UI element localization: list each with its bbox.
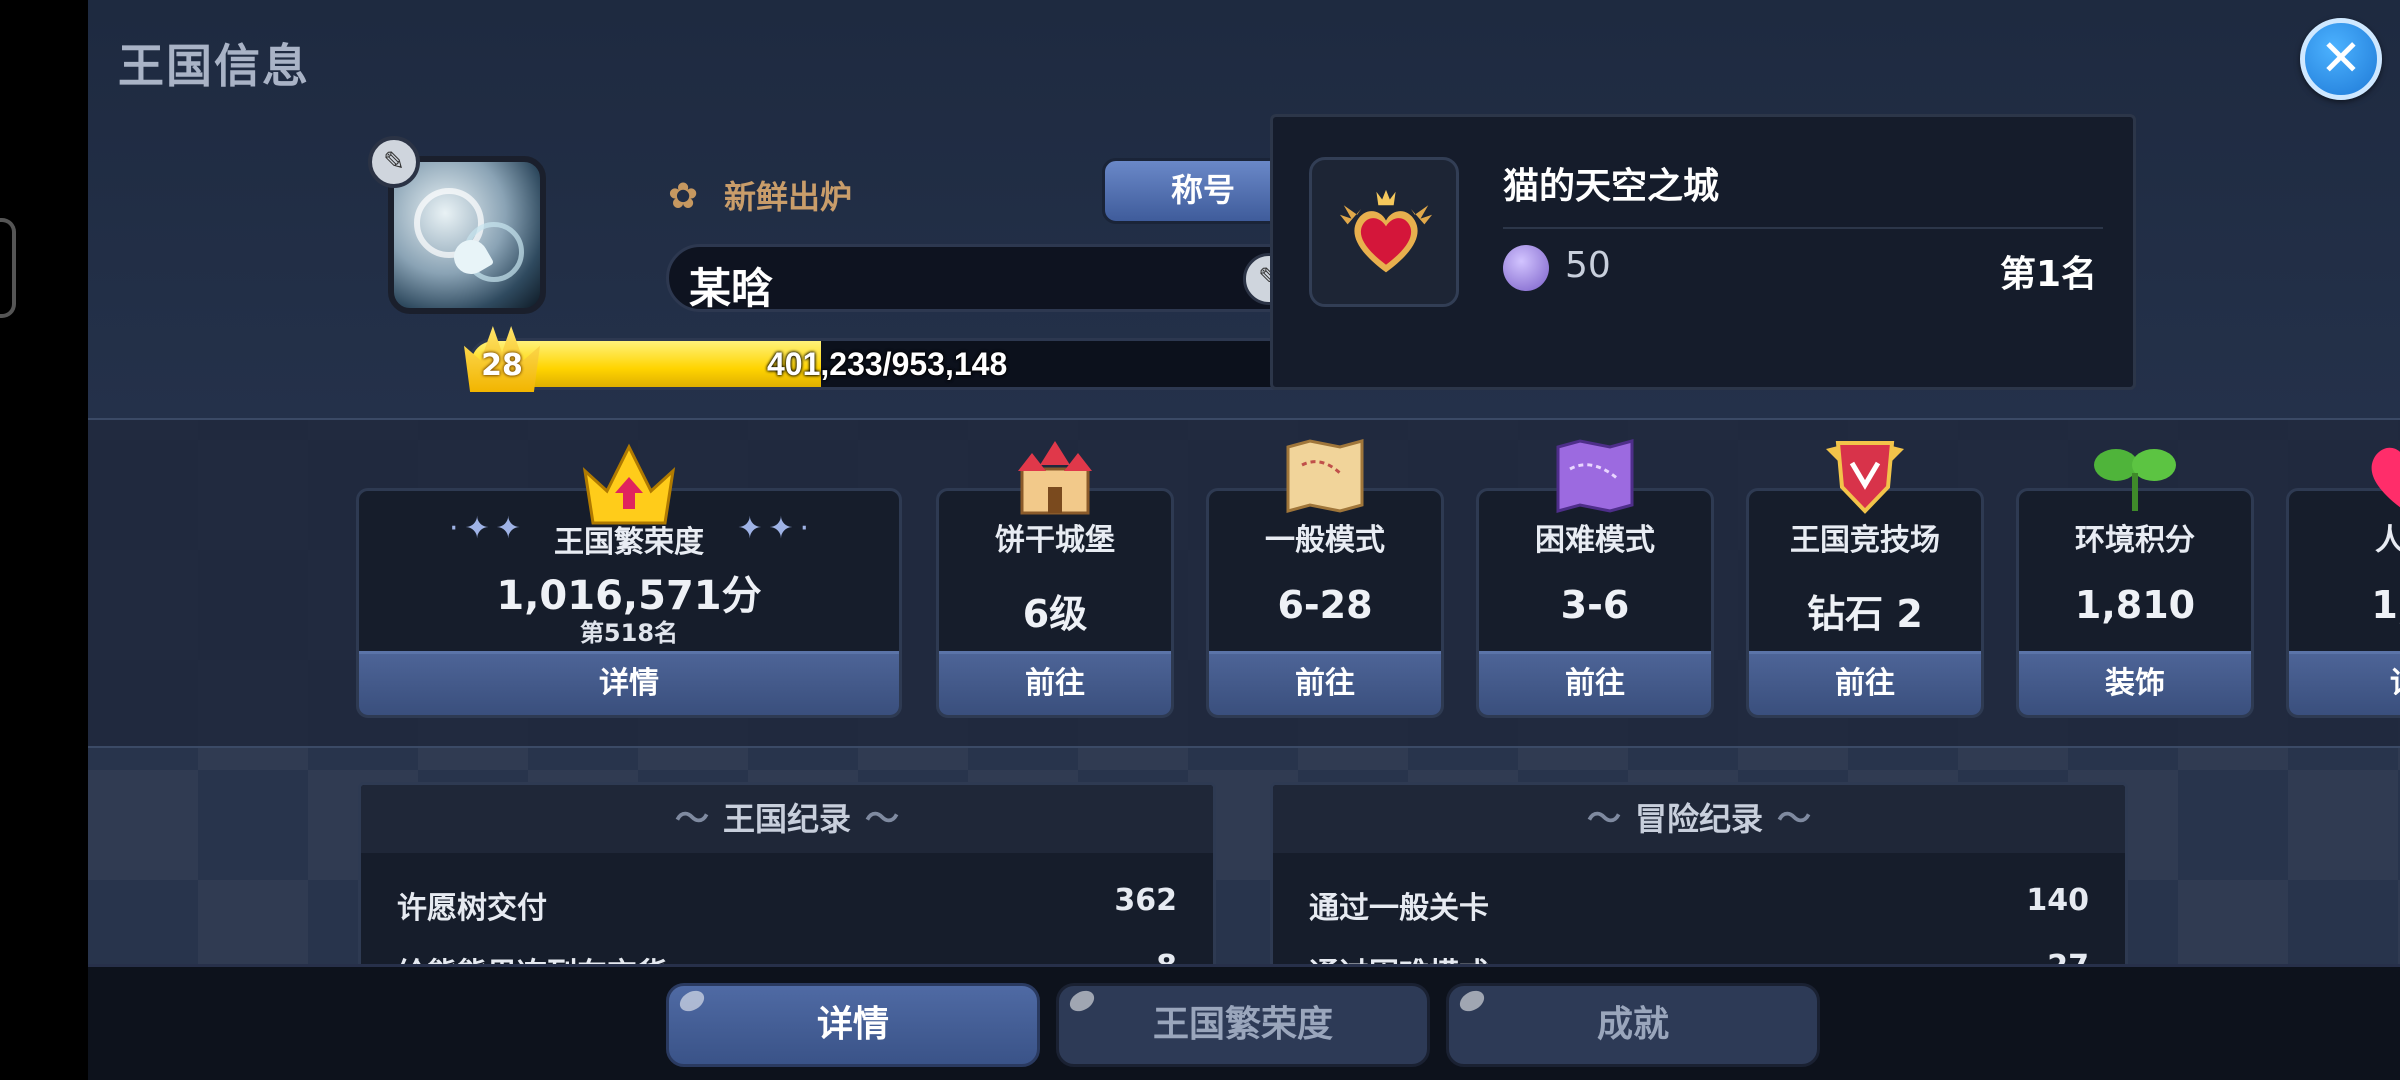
heart-balloon-icon (2371, 447, 2400, 508)
record-row: 许愿树交付 362 (397, 883, 1177, 933)
record-value: 362 (1114, 883, 1177, 918)
record-row: 通过一般关卡 140 (1309, 883, 2089, 933)
adventure-records-title: 冒险纪录 (1634, 800, 1763, 838)
card-label: 饼干城堡 (995, 523, 1115, 558)
card-value: 6级 (1022, 592, 1088, 636)
card-value: 1,6 (2371, 583, 2400, 627)
player-name: 某晗 (689, 264, 774, 313)
tab-label: 成就 (1596, 1004, 1669, 1045)
prosperity-crown-icon (582, 443, 676, 525)
swirl-right-icon: ～ (865, 799, 899, 839)
kingdom-records-panel: ～王国纪录～ 许愿树交付 362 给熊熊果冻列车交货 8 (358, 782, 1216, 982)
kingdom-records-title: 王国纪录 (722, 800, 851, 838)
card-value: 钻石 2 (1807, 592, 1923, 636)
level-badge: 28 (464, 326, 540, 392)
device-left-bar (0, 0, 88, 1080)
guild-member-count: 50 (1565, 245, 1611, 286)
tab-label: 详情 (816, 1004, 889, 1045)
adventure-records-header: ～ 冒险纪录 ～ (1273, 785, 2125, 853)
close-button[interactable]: ✕ (2300, 18, 2382, 100)
guild-name: 猫的天空之城 (1503, 166, 1720, 207)
record-label: 通过一般关卡 (1309, 891, 1489, 926)
page-title: 王国信息 (118, 39, 310, 93)
card-label: 一般模式 (1265, 523, 1385, 558)
card-label: 环境积分 (2075, 523, 2195, 558)
tab-label: 王国繁荣度 (1152, 1004, 1333, 1045)
close-icon: ✕ (2320, 29, 2362, 87)
card-value: 6-28 (1277, 583, 1373, 627)
kingdom-info-screen: 王国信息 ✕ ✎ ✿ 新鲜出炉 称号 某晗 ✎ 401,233/953,148 … (88, 0, 2400, 1080)
card-label: 困难模式 (1535, 523, 1655, 558)
card-normal-mode: 一般模式 6-28 前往 (1206, 439, 1444, 718)
player-subtitle: 新鲜出炉 (724, 178, 853, 216)
normal-mode-go-button[interactable]: 前往 (1209, 651, 1441, 715)
avatar-edit-pencil-icon[interactable]: ✎ (368, 136, 420, 188)
card-hard-mode: 困难模式 3-6 前往 (1476, 439, 1714, 718)
swirl-right-icon: ～ (1777, 799, 1811, 839)
hard-map-icon (1556, 439, 1634, 513)
guild-members-icon (1503, 245, 1549, 291)
card-kingdom-prosperity: ·✦✦ ✦✦· 王国繁荣度 1,016,571分 第518名 详情 (356, 443, 902, 718)
card-value: 3-6 (1560, 583, 1630, 627)
hard-mode-go-button[interactable]: 前往 (1479, 651, 1711, 715)
tab-achievements[interactable]: 成就 (1446, 983, 1820, 1067)
guild-rank: 第1名 (1999, 254, 2097, 295)
card-environment-score: 环境积分 1,810 装饰 (2016, 449, 2254, 718)
level-number: 28 (481, 348, 523, 383)
arena-shield-icon (1826, 441, 1904, 514)
swirl-left-icon: ～ (1586, 799, 1621, 839)
device-notch (0, 218, 16, 318)
card-rank: 第518名 (579, 619, 679, 647)
xp-text: 401,233/953,148 (767, 346, 1008, 382)
environment-decorate-button[interactable]: 装饰 (2019, 651, 2251, 715)
record-value: 140 (2026, 883, 2089, 918)
guild-emblem (1309, 157, 1459, 307)
arena-go-button[interactable]: 前往 (1749, 651, 1981, 715)
cookie-cluster-icon: ✿ (668, 176, 699, 217)
tab-details[interactable]: 详情 (666, 983, 1040, 1067)
kingdom-records-header: ～ 王国纪录 ～ (361, 785, 1213, 853)
sprout-icon (2094, 449, 2176, 511)
xp-progress-bar: 401,233/953,148 (468, 338, 1306, 390)
card-value: 1,810 (2074, 583, 2196, 627)
guild-panel[interactable]: 猫的天空之城 50 第1名 (1270, 114, 2136, 390)
card-popularity: 人气 1,6 详 (2286, 447, 2400, 718)
card-label: 人气 (2375, 523, 2400, 558)
bottom-tab-bar: 详情 王国繁荣度 成就 (88, 964, 2400, 1080)
card-label: 王国繁荣度 (554, 525, 704, 560)
prosperity-details-button[interactable]: 详情 (359, 651, 899, 715)
card-cookie-castle: 饼干城堡 6级 前往 (936, 441, 1174, 718)
record-label: 许愿树交付 (397, 891, 547, 926)
adventure-records-panel: ～冒险纪录～ 通过一般关卡 140 通过困难模式 27 (1270, 782, 2128, 982)
guild-heart-emblem-icon (1339, 189, 1433, 273)
card-label: 王国竞技场 (1790, 523, 1940, 558)
castle-icon (1018, 441, 1092, 515)
card-kingdom-arena: 王国竞技场 钻石 2 前往 (1746, 441, 1984, 718)
popularity-details-button[interactable]: 详 (2289, 651, 2400, 715)
map-icon (1286, 439, 1364, 513)
player-name-field: 某晗 ✎ (666, 244, 1306, 313)
castle-go-button[interactable]: 前往 (939, 651, 1171, 715)
swirl-left-icon: ～ (674, 799, 709, 839)
tab-kingdom-prosperity[interactable]: 王国繁荣度 (1056, 983, 1430, 1067)
